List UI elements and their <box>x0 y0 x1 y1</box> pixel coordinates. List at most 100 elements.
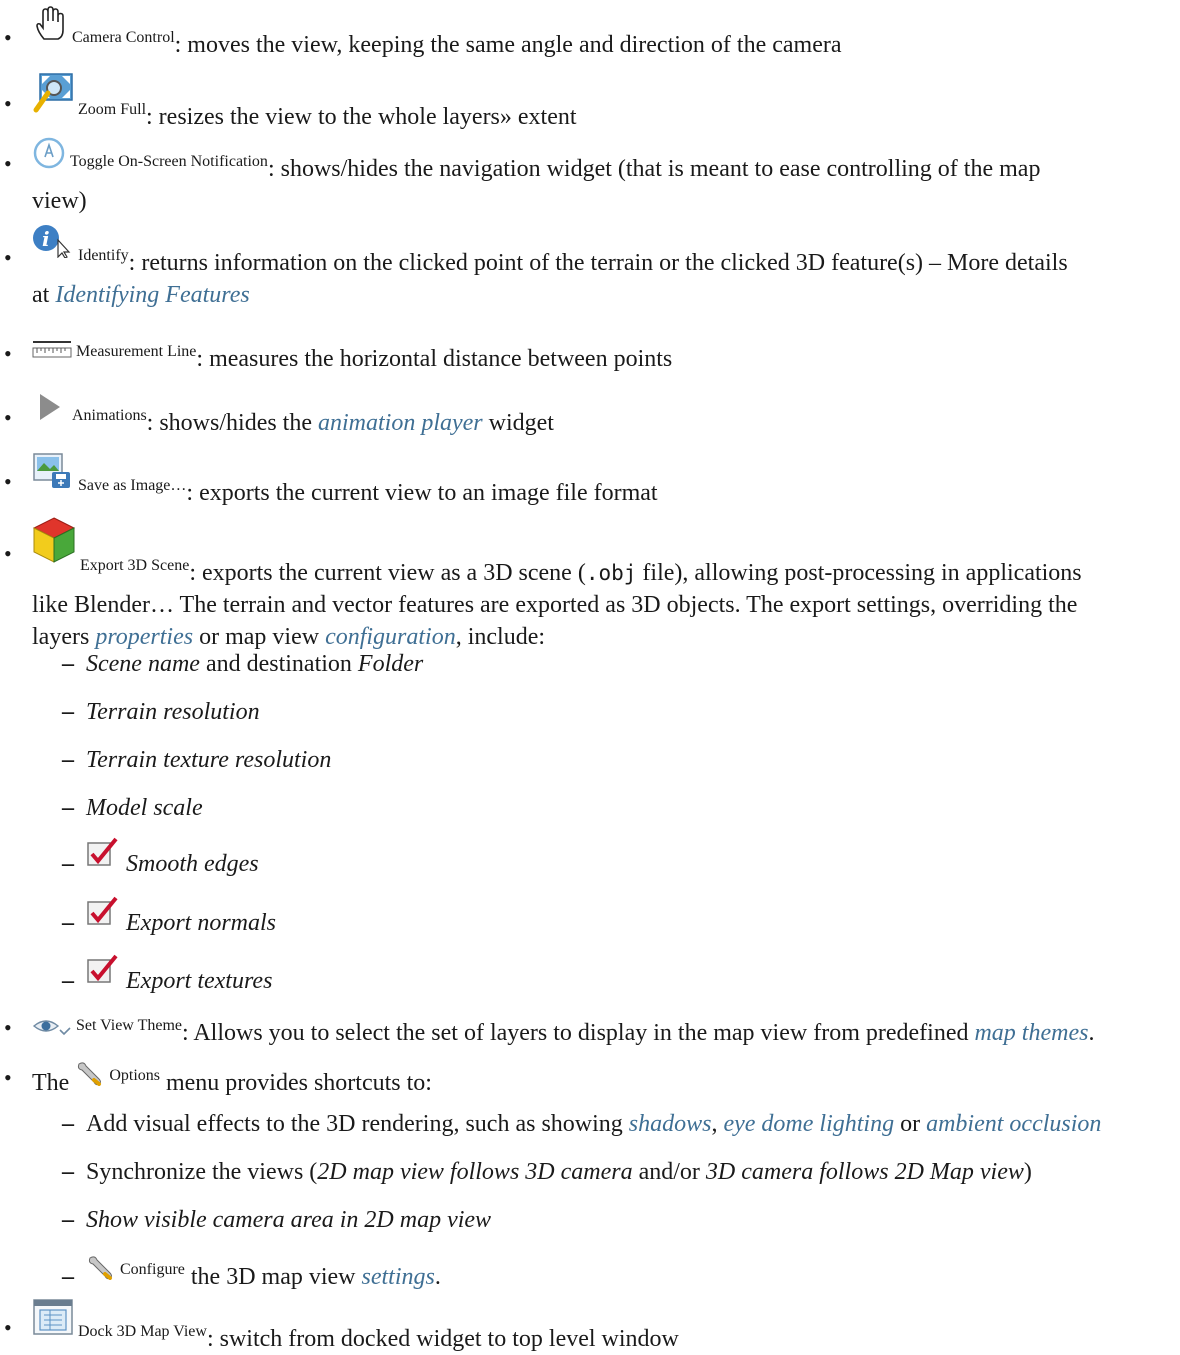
setting-name: Smooth edges <box>126 851 259 877</box>
bullet: • <box>4 151 12 176</box>
bullet: • <box>4 1015 12 1040</box>
list-item: • Animations: shows/hides the animation … <box>0 394 1170 439</box>
checkbox-checked-icon[interactable] <box>86 837 122 867</box>
option-text: the 3D map view <box>184 1264 362 1290</box>
item-desc: widget <box>482 410 554 436</box>
item-desc-cont: or map view <box>193 624 326 650</box>
list-item: • Zoom Full: resizes the view to the who… <box>0 73 1170 133</box>
item-desc-cont: , include: <box>455 624 546 650</box>
option-text: or <box>894 1111 927 1137</box>
item-desc: menu provides shortcuts to: <box>159 1070 432 1096</box>
setting-name: Scene name <box>86 651 200 677</box>
configuration-link[interactable]: configuration <box>325 624 456 650</box>
svg-text:i: i <box>42 227 50 251</box>
item-label: Save as Image… <box>78 477 187 494</box>
file-extension: .obj <box>585 561 637 585</box>
checkbox-checked-icon[interactable] <box>86 954 122 984</box>
sub-list-item: – Terrain texture resolution <box>62 747 332 773</box>
identifying-features-link[interactable]: Identifying Features <box>55 282 249 308</box>
option-text: , <box>711 1111 724 1137</box>
item-label: Dock 3D Map View <box>78 1323 207 1340</box>
shadows-link[interactable]: shadows <box>629 1111 712 1137</box>
setting-name: Export normals <box>126 910 276 936</box>
eye-dome-lighting-link[interactable]: eye dome lighting <box>723 1111 894 1137</box>
option-name: Show visible camera area in 2D map view <box>86 1207 492 1233</box>
setting-name: Model scale <box>86 795 203 821</box>
play-icon <box>40 394 60 420</box>
item-desc: : resizes the view to the whole layers» … <box>146 104 577 130</box>
sub-list-item: – Export normals <box>62 896 276 939</box>
option-name: 2D map view follows 3D camera <box>317 1159 633 1185</box>
item-desc: : switch from docked widget to top level… <box>206 1326 679 1352</box>
item-desc: : shows/hides the navigation widget (tha… <box>267 156 1041 182</box>
item-label: Toggle On-Screen Notification <box>70 153 268 170</box>
item-desc: : exports the current view as a 3D scene… <box>189 560 586 586</box>
wrench-icon[interactable] <box>86 1254 116 1280</box>
bullet: • <box>4 405 12 430</box>
item-desc-cont: like Blender… The terrain and vector fea… <box>32 592 1078 618</box>
item-desc: : exports the current view to an image f… <box>186 480 658 506</box>
bullet: • <box>4 469 12 494</box>
item-desc-cont: view) <box>32 188 87 214</box>
item-label: Set View Theme <box>76 1017 182 1034</box>
hand-icon <box>36 6 64 40</box>
item-desc: : shows/hides the <box>146 410 318 436</box>
ambient-occlusion-link[interactable]: ambient occlusion <box>926 1111 1101 1137</box>
animation-player-link[interactable]: animation player <box>318 410 483 436</box>
list-item: • Measurement Line: measures the horizon… <box>0 336 1170 375</box>
checkbox-checked-icon[interactable] <box>86 896 122 926</box>
list-item: • Dock 3D Map View: switch from docked w… <box>0 1299 1170 1355</box>
list-item: • The Options menu provides shortcuts to… <box>0 1060 1170 1099</box>
option-text: Add visual effects to the 3D rendering, … <box>86 1111 629 1137</box>
item-label: Zoom Full <box>78 101 147 118</box>
setting-name: Terrain texture resolution <box>86 747 332 773</box>
item-desc: The <box>32 1070 76 1096</box>
option-text: ) <box>1023 1159 1032 1185</box>
sub-list-item: – Show visible camera area in 2D map view <box>62 1207 492 1233</box>
sub-list-item: – Configure the 3D map view settings. <box>62 1254 441 1293</box>
properties-link[interactable]: properties <box>95 624 193 650</box>
setting-name: Export textures <box>126 968 273 994</box>
option-text: Synchronize the views ( <box>86 1159 318 1185</box>
setting-name: Folder <box>357 651 424 677</box>
item-label: Identify <box>78 247 129 264</box>
list-item: • Camera Control: moves the view, keepin… <box>0 6 1170 61</box>
setting-text: and destination <box>199 651 358 677</box>
setting-name: Terrain resolution <box>86 699 260 725</box>
item-label: Measurement Line <box>76 343 197 360</box>
bullet: • <box>4 245 12 270</box>
item-desc-cont: layers <box>32 624 96 650</box>
options-label: Options <box>109 1067 160 1084</box>
item-desc: : returns information on the clicked poi… <box>128 250 1068 276</box>
item-desc: : moves the view, keeping the same angle… <box>174 32 842 58</box>
item-desc: : measures the horizontal distance betwe… <box>196 346 673 372</box>
eye-icon <box>32 1020 71 1036</box>
bullet: • <box>4 91 12 116</box>
sub-list-item: – Add visual effects to the 3D rendering,… <box>62 1111 1102 1137</box>
option-text: . <box>434 1264 441 1290</box>
settings-link[interactable]: settings <box>362 1264 435 1290</box>
list-item: • Export 3D Scene: exports the current v… <box>0 517 1170 653</box>
bullet: • <box>4 1315 12 1340</box>
ruler-icon <box>32 341 72 358</box>
save-image-icon <box>33 453 70 488</box>
item-desc: file), allowing post-processing in appli… <box>636 560 1082 586</box>
item-desc-cont: at <box>32 282 56 308</box>
sub-list-item: – Terrain resolution <box>62 699 260 725</box>
option-name: 3D camera follows 2D Map view <box>705 1159 1024 1185</box>
sub-list-item: – Model scale <box>62 795 203 821</box>
item-desc: : Allows you to select the set of layers… <box>181 1020 975 1046</box>
item-label: Camera Control <box>72 29 175 46</box>
identify-icon: i <box>33 225 71 258</box>
option-text: and/or <box>632 1159 706 1185</box>
item-desc: . <box>1088 1020 1095 1046</box>
bullet: • <box>4 25 12 50</box>
notification-icon <box>33 137 65 169</box>
sub-list-item: – Export textures <box>62 954 273 997</box>
list-item: • Set View Theme: Allows you to select t… <box>0 1010 1170 1049</box>
bullet: • <box>4 341 12 366</box>
sub-list-item: – Scene name and destination Folder <box>62 651 424 677</box>
map-themes-link[interactable]: map themes <box>974 1020 1088 1046</box>
zoom-full-icon <box>33 73 73 113</box>
wrench-icon[interactable] <box>75 1060 105 1086</box>
